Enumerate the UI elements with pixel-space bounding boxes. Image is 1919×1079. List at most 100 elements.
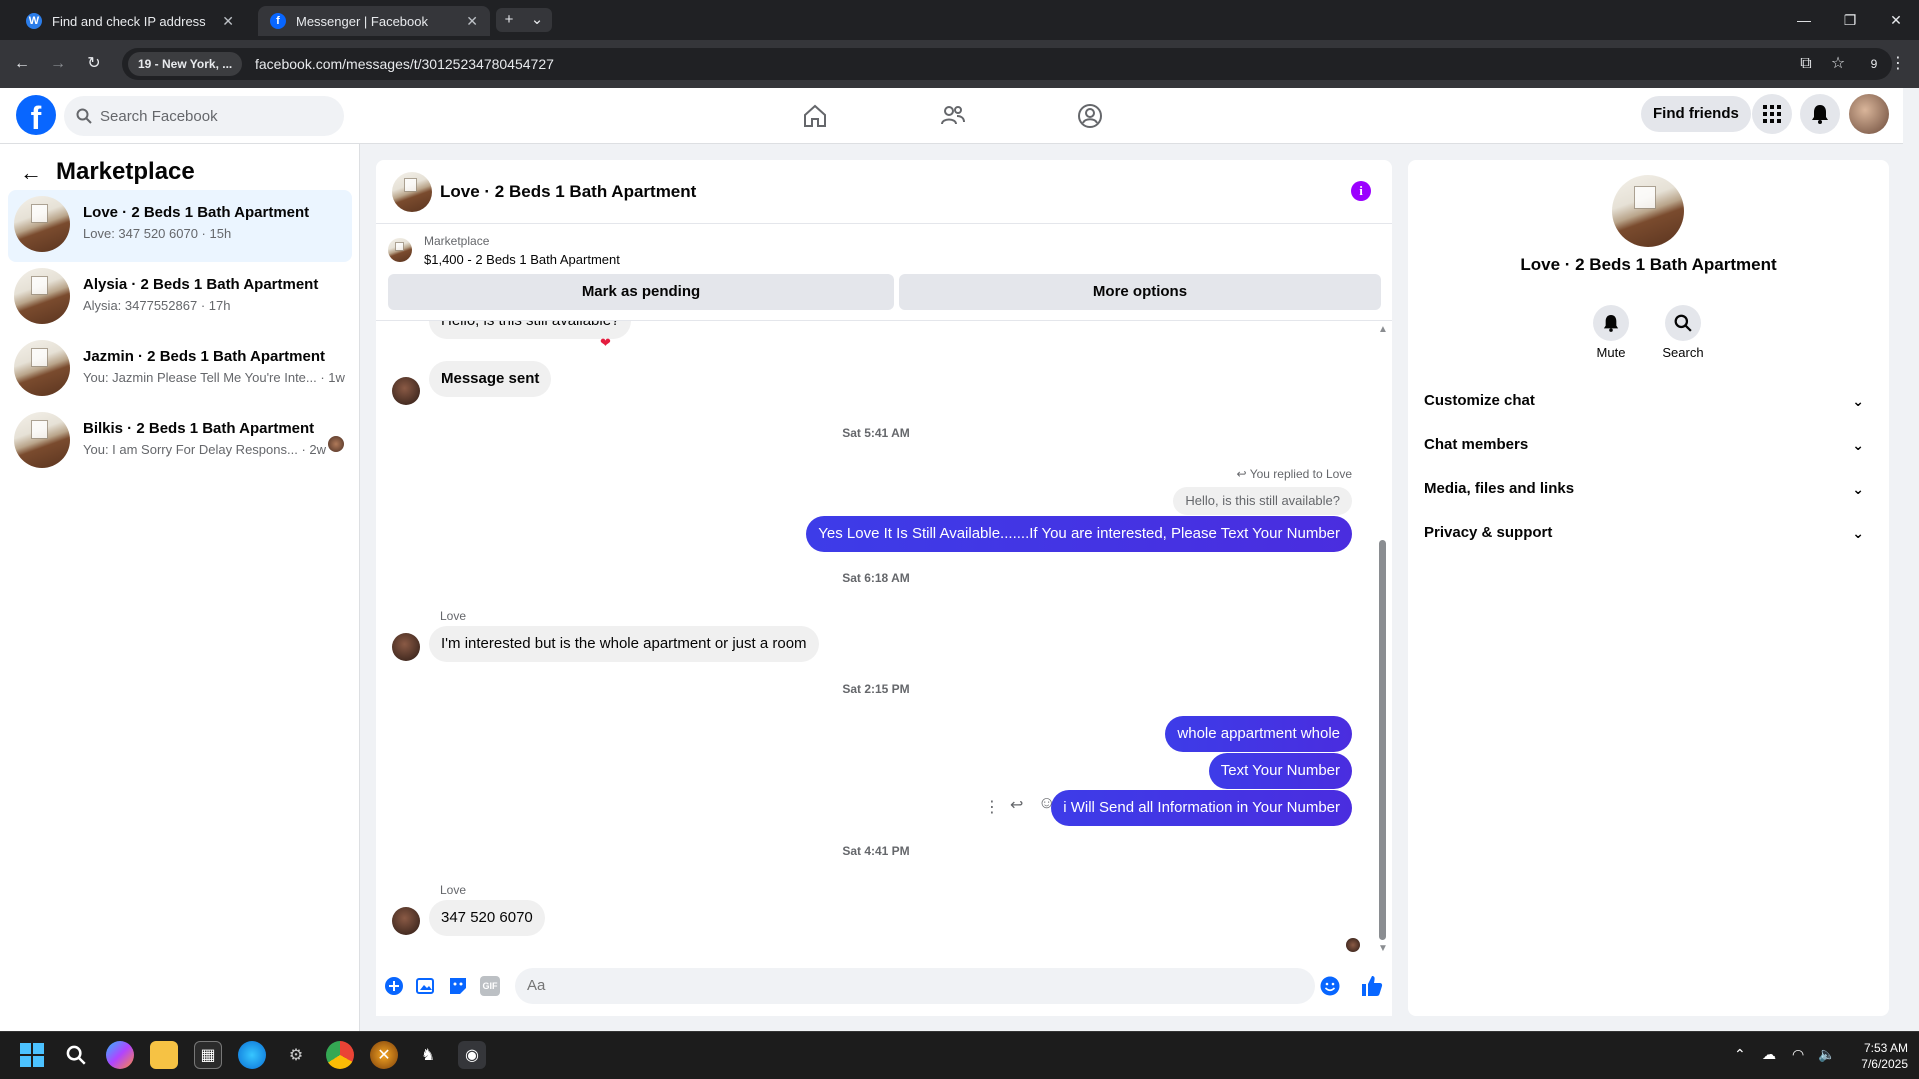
close-window-icon[interactable]: ✕ xyxy=(1876,8,1916,32)
listing-price[interactable]: $1,400 - 2 Beds 1 Bath Apartment xyxy=(424,252,620,267)
taskbar-search-icon[interactable] xyxy=(62,1041,90,1069)
active-browser-icon[interactable]: ◉ xyxy=(458,1041,486,1069)
conversation-snippet: You: I am Sorry For Delay Respons... · 2… xyxy=(83,442,327,457)
volume-icon[interactable]: 🔈 xyxy=(1818,1046,1835,1063)
chat-scrollbar[interactable] xyxy=(1379,540,1386,940)
close-tab-icon[interactable]: ✕ xyxy=(466,13,478,30)
back-arrow-icon[interactable]: ← xyxy=(20,160,42,186)
chat-avatar[interactable] xyxy=(392,172,432,212)
more-options-button[interactable]: More options xyxy=(899,274,1381,310)
menu-grid-button[interactable] xyxy=(1752,94,1792,134)
tab-title: Find and check IP address xyxy=(52,13,206,29)
sender-name: Love xyxy=(440,883,467,897)
store-icon[interactable]: ▦ xyxy=(194,1041,222,1069)
message-list[interactable]: Hello, is this still available? ❤ Messag… xyxy=(376,321,1376,960)
facebook-favicon-icon: f xyxy=(270,13,286,29)
copilot-icon[interactable] xyxy=(106,1041,134,1069)
search-input[interactable]: Search Facebook xyxy=(64,96,344,136)
search-in-chat-button[interactable] xyxy=(1665,305,1701,341)
sidebar-title: Marketplace xyxy=(56,158,195,185)
message-bubble-incoming[interactable]: Message sent xyxy=(429,361,552,397)
chat-title[interactable]: Love · 2 Beds 1 Bath Apartment xyxy=(440,182,696,202)
cloud-offline-icon[interactable]: ☁ xyxy=(1762,1046,1776,1063)
new-tab-icon[interactable]: + xyxy=(505,8,514,32)
bookmark-star-icon[interactable]: ☆ xyxy=(1826,52,1850,76)
section-label: Media, files and links xyxy=(1424,480,1575,497)
message-bubble-outgoing[interactable]: whole appartment whole xyxy=(1165,716,1352,752)
message-bubble-incoming[interactable]: 347 520 6070 xyxy=(429,900,545,936)
sender-avatar[interactable] xyxy=(392,377,420,405)
bell-icon xyxy=(1812,105,1828,124)
bell-icon xyxy=(1603,315,1619,332)
search-icon xyxy=(1674,314,1692,332)
privacy-support-section[interactable]: Privacy & support ⌄ xyxy=(1424,511,1874,555)
thumbs-up-icon[interactable] xyxy=(1360,974,1384,998)
mute-button[interactable] xyxy=(1593,305,1629,341)
groups-icon[interactable] xyxy=(1076,102,1104,130)
app-figure-icon[interactable]: ♞ xyxy=(414,1041,442,1069)
extension-badge[interactable]: 9 xyxy=(1862,52,1886,76)
home-icon[interactable] xyxy=(801,102,829,130)
conversation-snippet: You: Jazmin Please Tell Me You're Inte..… xyxy=(83,370,345,385)
photo-icon[interactable] xyxy=(416,976,436,996)
scroll-up-icon[interactable]: ▲ xyxy=(1378,324,1388,335)
install-app-icon[interactable]: ⧉ xyxy=(1794,52,1818,76)
app-icon[interactable]: ✕ xyxy=(370,1041,398,1069)
minimize-icon[interactable]: — xyxy=(1784,8,1824,32)
site-info-chip[interactable]: 19 - New York, ... xyxy=(128,52,243,76)
notifications-button[interactable] xyxy=(1800,94,1840,134)
more-actions-icon[interactable]: ⋮ xyxy=(984,797,1000,817)
gif-icon[interactable]: GIF xyxy=(480,976,500,996)
friends-icon[interactable] xyxy=(939,102,967,130)
plus-circle-icon[interactable] xyxy=(384,976,404,996)
facebook-logo[interactable]: f xyxy=(16,95,56,136)
message-input[interactable] xyxy=(515,968,1315,1004)
profile-avatar[interactable] xyxy=(1849,94,1889,134)
conversation-item-love[interactable]: Love · 2 Beds 1 Bath Apartment Love: 347… xyxy=(8,190,352,262)
customize-chat-section[interactable]: Customize chat ⌄ xyxy=(1424,379,1874,423)
quoted-message[interactable]: Hello, is this still available? xyxy=(1173,487,1352,515)
restore-icon[interactable]: ❐ xyxy=(1830,8,1870,32)
reload-icon[interactable]: ↻ xyxy=(82,52,106,76)
find-friends-button[interactable]: Find friends xyxy=(1641,96,1751,132)
sender-avatar[interactable] xyxy=(392,633,420,661)
conversation-item-jazmin[interactable]: Jazmin · 2 Beds 1 Bath Apartment You: Ja… xyxy=(8,334,352,406)
message-bubble-outgoing[interactable]: i Will Send all Information in Your Numb… xyxy=(1051,790,1352,826)
page-scrollbar[interactable] xyxy=(1903,88,1919,1031)
heart-reaction-icon[interactable]: ❤ xyxy=(600,335,611,351)
sender-avatar[interactable] xyxy=(392,907,420,935)
url-text[interactable]: facebook.com/messages/t/3012523478045472… xyxy=(255,52,554,76)
back-icon[interactable]: ← xyxy=(10,52,34,76)
windows-start-icon[interactable] xyxy=(18,1041,46,1069)
tab-actions: + ⌄ xyxy=(496,8,552,32)
edge-icon[interactable] xyxy=(238,1041,266,1069)
tray-chevron-icon[interactable]: ⌃ xyxy=(1734,1046,1746,1063)
taskbar-clock[interactable]: 7:53 AM 7/6/2025 xyxy=(1850,1040,1908,1072)
message-bubble-outgoing[interactable]: Text Your Number xyxy=(1208,753,1352,789)
chat-members-section[interactable]: Chat members ⌄ xyxy=(1424,423,1874,467)
sticker-icon[interactable] xyxy=(448,976,468,996)
tab-list-chevron-icon[interactable]: ⌄ xyxy=(531,8,544,32)
wifi-icon[interactable]: ◠ xyxy=(1792,1046,1804,1063)
tab-ip-check[interactable]: W Find and check IP address ✕ xyxy=(14,6,246,36)
settings-gear-icon[interactable]: ⚙ xyxy=(282,1041,310,1069)
info-icon[interactable]: i xyxy=(1351,181,1371,201)
forward-icon[interactable]: → xyxy=(46,52,70,76)
media-files-links-section[interactable]: Media, files and links ⌄ xyxy=(1424,467,1874,511)
browser-menu-icon[interactable]: ⋮ xyxy=(1886,52,1910,76)
tab-messenger[interactable]: f Messenger | Facebook ✕ xyxy=(258,6,490,36)
scroll-down-icon[interactable]: ▼ xyxy=(1378,943,1388,954)
message-bubble-outgoing[interactable]: Yes Love It Is Still Available.......If … xyxy=(806,516,1352,552)
search-label: Search xyxy=(1662,345,1704,360)
mark-as-pending-button[interactable]: Mark as pending xyxy=(388,274,894,310)
reply-icon[interactable]: ↩ xyxy=(1010,795,1023,815)
conversation-title: Alysia · 2 Beds 1 Bath Apartment xyxy=(83,276,319,293)
chrome-icon[interactable] xyxy=(326,1041,354,1069)
message-bubble-incoming[interactable]: I'm interested but is the whole apartmen… xyxy=(429,626,819,662)
conversation-item-bilkis[interactable]: Bilkis · 2 Beds 1 Bath Apartment You: I … xyxy=(8,406,352,478)
conversation-item-alysia[interactable]: Alysia · 2 Beds 1 Bath Apartment Alysia:… xyxy=(8,262,352,334)
emoji-icon[interactable] xyxy=(1320,976,1340,996)
file-explorer-icon[interactable] xyxy=(150,1041,178,1069)
details-avatar[interactable] xyxy=(1612,175,1684,247)
close-tab-icon[interactable]: ✕ xyxy=(222,13,234,30)
